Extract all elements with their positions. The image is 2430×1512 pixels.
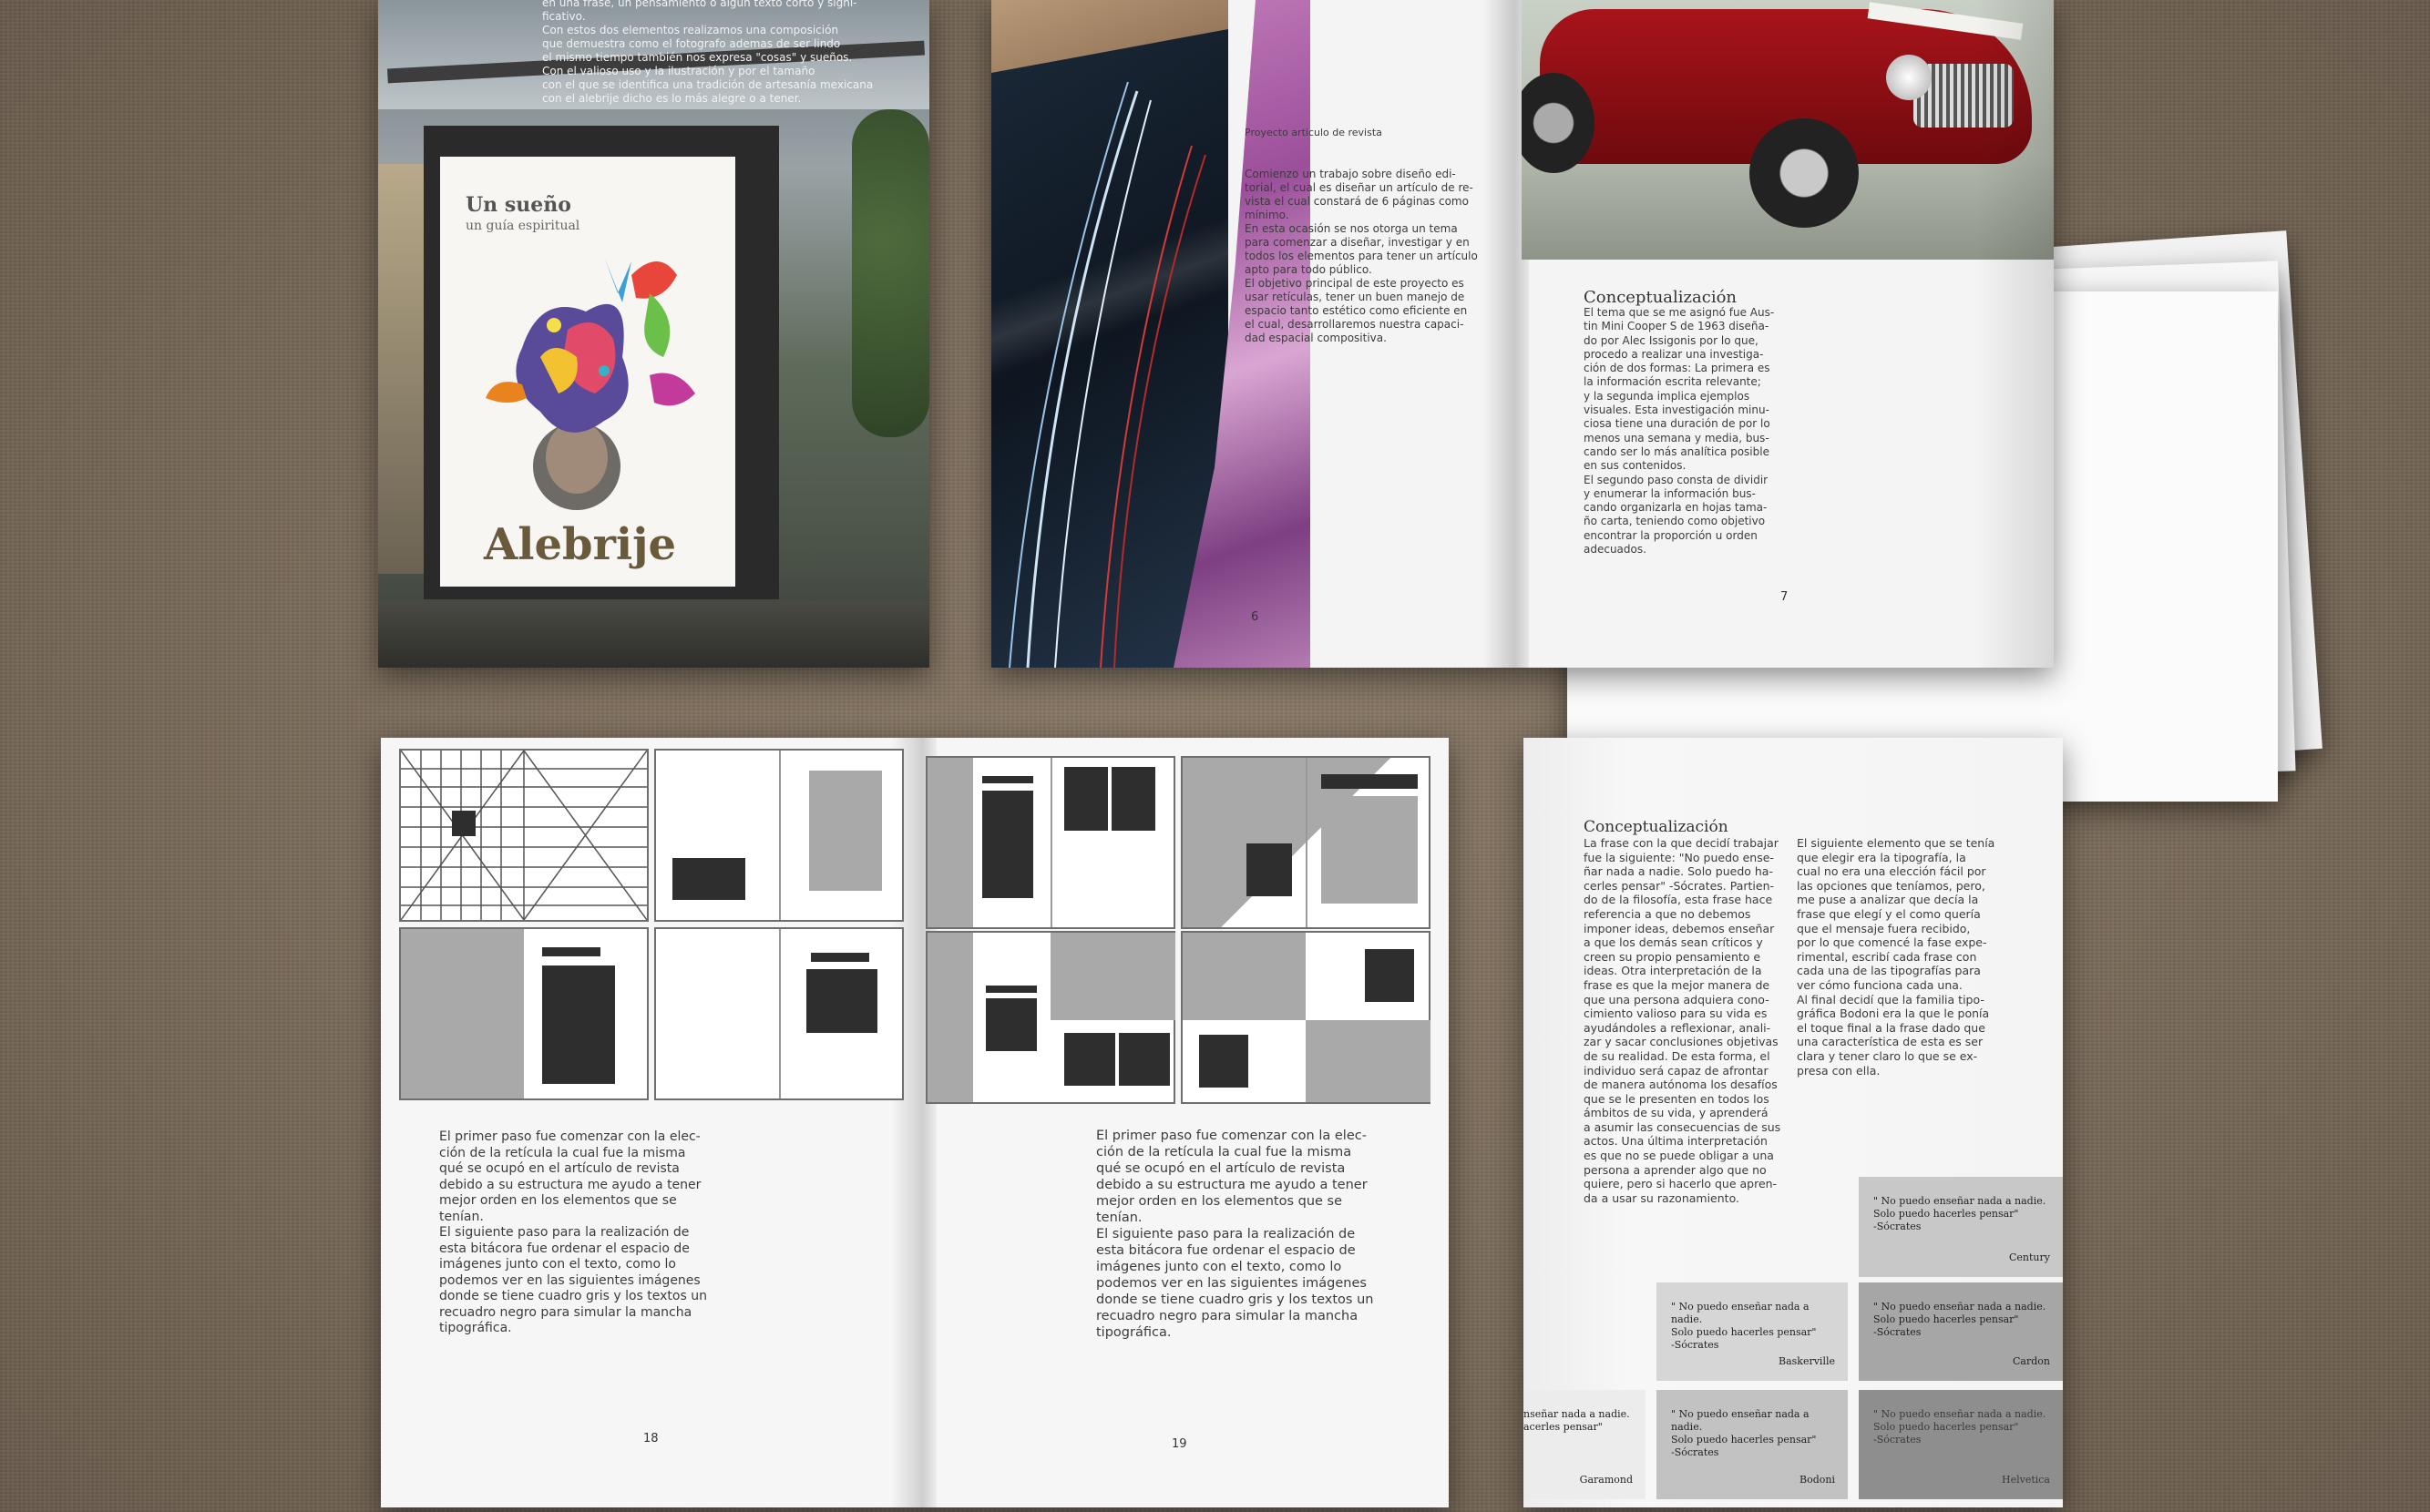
page-number-6: 6 — [1251, 610, 1259, 624]
specimen-bodoni: " No puedo enseñar nada a nadie. Solo pu… — [1656, 1390, 1848, 1499]
page-edge-shade — [1975, 0, 2054, 668]
font-label-garamond: Garamond — [1579, 1474, 1633, 1486]
specimen-cardon: " No puedo enseñar nada a nadie. Solo pu… — [1859, 1282, 2063, 1381]
specimen-helvetica: " No puedo enseñar nada a nadie. Solo pu… — [1859, 1390, 2063, 1499]
font-label-helvetica: Helvetica — [2001, 1474, 2050, 1486]
poster-paper: Un sueño un guía espiritual Alebrije — [440, 157, 735, 587]
spread-top: Proyecto articulo de revista Comienzo un… — [991, 0, 2054, 668]
poster-subtitle-2: un guía espiritual — [466, 219, 580, 233]
grid-thumb-3 — [399, 927, 649, 1100]
specimen-garamond: nseñar nada a nadie. acerles pensar" Gar… — [1523, 1390, 1646, 1499]
grid-thumb-construction — [399, 749, 649, 922]
font-label-century: Century — [2009, 1251, 2050, 1263]
right-page-body: El tema que se me asignó fue Aus- tin Mi… — [1584, 306, 1775, 557]
grid-thumb-2 — [654, 749, 904, 922]
page-number-18: 18 — [643, 1432, 659, 1446]
tree-foliage — [852, 109, 929, 437]
mini-cooper-photo — [1522, 0, 2054, 260]
ground — [378, 601, 929, 668]
alebrije-illustration — [486, 257, 695, 510]
font-label-baskerville: Baskerville — [1779, 1355, 1835, 1367]
specimen-century: " No puedo enseñar nada a nadie. Solo pu… — [1859, 1177, 2063, 1277]
spread-bottom: El primer paso fue comenzar con la elec-… — [381, 738, 1449, 1507]
page-number-19: 19 — [1172, 1437, 1187, 1451]
construction-grid — [401, 751, 647, 920]
poster-main-title: Alebrije — [484, 519, 677, 570]
single-page: Conceptualización La frase con la que de… — [1523, 738, 2063, 1507]
car-headlight — [1886, 55, 1932, 100]
single-page-heading: Conceptualización — [1584, 818, 1728, 836]
project-label: Proyecto articulo de revista — [1245, 127, 1382, 138]
right-page-heading: Conceptualización — [1584, 288, 1738, 307]
intro-text: Comienzo un trabajo sobre diseño edi- to… — [1245, 168, 1478, 344]
font-label-bodoni: Bodoni — [1799, 1474, 1835, 1486]
specimen-baskerville: " No puedo enseñar nada a nadie. Solo pu… — [1656, 1282, 1848, 1381]
poster-subtitle-1: Un sueño — [466, 193, 571, 217]
single-page-col1: La frase con la que decidí trabajar fue l… — [1584, 836, 1781, 1205]
grid-thumb-5 — [926, 756, 1175, 929]
grid-thumb-8 — [1181, 931, 1430, 1104]
single-page-col2: El siguiente elemento que se tenía que el… — [1797, 836, 1995, 1078]
page-number-7: 7 — [1780, 590, 1789, 604]
car-wheel-front — [1749, 118, 1859, 228]
poster-mockup: en una frase, un pensamiento o algún tex… — [378, 0, 929, 668]
bottom-right-text: El primer paso fue comenzar con la elec-… — [1096, 1129, 1374, 1340]
bottom-left-text: El primer paso fue comenzar con la elec-… — [439, 1129, 707, 1335]
poster-overlay-text: en una frase, un pensamiento o algún tex… — [542, 0, 874, 105]
font-label-cardon: Cardon — [2013, 1355, 2050, 1367]
light-trails — [1009, 81, 1206, 668]
poster-frame: Un sueño un guía espiritual Alebrije — [424, 126, 779, 599]
grid-thumb-4 — [654, 927, 904, 1100]
grid-thumb-7 — [926, 931, 1175, 1104]
grid-thumb-6 — [1181, 756, 1430, 929]
